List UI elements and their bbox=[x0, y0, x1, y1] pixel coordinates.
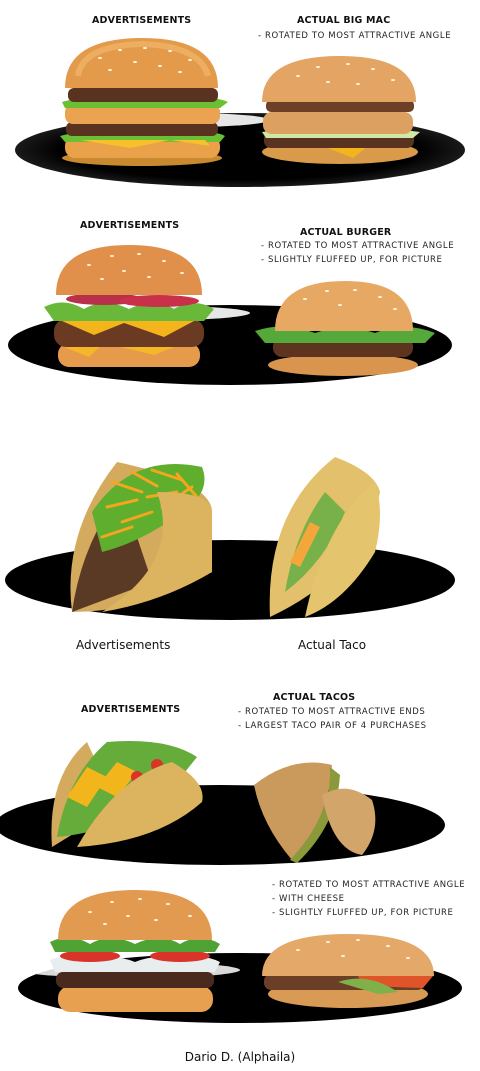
advertised-tacos-image bbox=[51, 741, 203, 847]
panel-burger: ADVERTISEMENTS ACTUAL BURGER ROTATED TO … bbox=[0, 205, 480, 405]
actual-tacos-image bbox=[254, 762, 376, 863]
advertised-whopper-image bbox=[50, 890, 220, 1012]
credit: Dario D. (Alphaila) bbox=[184, 1050, 296, 1064]
ad-label: Advertisements bbox=[76, 638, 171, 652]
panel-big-mac: ADVERTISEMENTS ACTUAL BIG MAC ROTATED TO… bbox=[0, 0, 480, 200]
panel-whopper: ROTATED TO MOST ATTRACTIVE ANGLE WITH CH… bbox=[0, 870, 480, 1045]
actual-label: Actual Taco bbox=[298, 638, 367, 652]
actual-big-mac-image bbox=[262, 56, 420, 164]
panel-taco: Advertisements Actual Taco bbox=[0, 440, 480, 660]
actual-burger-image bbox=[255, 281, 435, 376]
advertised-taco-image bbox=[70, 462, 212, 612]
advertised-burger-image bbox=[44, 245, 214, 367]
actual-taco-image bbox=[269, 457, 380, 617]
actual-whopper-image bbox=[262, 934, 434, 1008]
advertised-big-mac-image bbox=[60, 38, 228, 166]
panel-tacos: ADVERTISEMENTS ACTUAL TACOS ROTATED TO M… bbox=[0, 685, 480, 870]
